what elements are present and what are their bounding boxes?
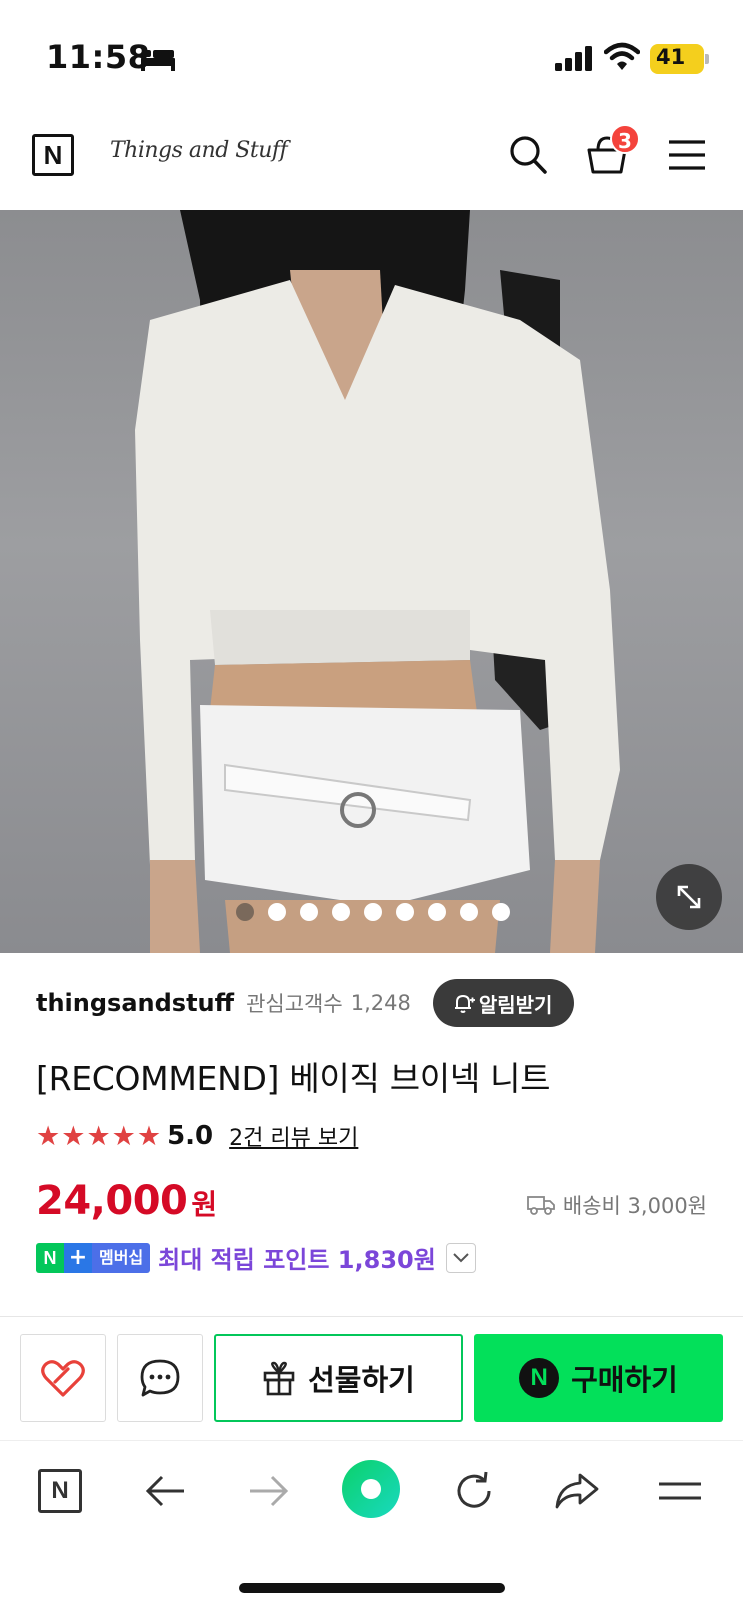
star-icon: ★: [111, 1120, 136, 1152]
search-icon[interactable]: [508, 134, 548, 176]
gift-button-label: 선물하기: [308, 1363, 415, 1397]
gallery-dot[interactable]: [268, 903, 286, 921]
talk-chat-button[interactable]: [117, 1334, 203, 1422]
share-arrow-icon: [555, 1473, 599, 1509]
gift-button[interactable]: 선물하기: [214, 1334, 463, 1422]
cellular-signal-icon: [555, 46, 592, 71]
forward-button[interactable]: [243, 1465, 295, 1517]
bell-plus-icon: [454, 994, 475, 1013]
battery-level: 41: [656, 45, 686, 69]
green-dot-icon: [342, 1460, 400, 1518]
notify-button[interactable]: 알림받기: [432, 979, 575, 1027]
buy-button[interactable]: N 구매하기: [474, 1334, 723, 1422]
gift-box-icon: [263, 1361, 295, 1396]
chat-bubble-icon: [140, 1359, 180, 1397]
status-time: 11:58: [46, 38, 151, 76]
gallery-pagination: [236, 903, 510, 921]
browser-menu-button[interactable]: [654, 1465, 706, 1517]
purchase-action-bar: 선물하기 N 구매하기: [0, 1334, 743, 1424]
seller-name[interactable]: thingsandstuff: [36, 989, 234, 1017]
points-expand-button[interactable]: [445, 1242, 476, 1273]
gallery-dot[interactable]: [460, 903, 478, 921]
rating-stars: ★ ★ ★ ★ ★: [36, 1123, 161, 1150]
wishlist-button[interactable]: [20, 1334, 106, 1422]
menu-lines-icon: [659, 1482, 701, 1500]
heart-zzim-icon: [41, 1360, 85, 1397]
gallery-dot[interactable]: [300, 903, 318, 921]
follower-label: 관심고객수: [246, 992, 343, 1016]
gallery-dot[interactable]: [236, 903, 254, 921]
gallery-dot[interactable]: [396, 903, 414, 921]
rating-row: ★ ★ ★ ★ ★ 5.0 2건 리뷰 보기: [36, 1120, 358, 1152]
naver-n-mark: N: [36, 1242, 64, 1273]
back-button[interactable]: [139, 1465, 191, 1517]
product-image[interactable]: [0, 210, 743, 953]
seller-row: thingsandstuff 관심고객수 1,248 알림받기: [36, 979, 575, 1027]
wifi-icon: [604, 42, 640, 70]
points-row[interactable]: N + 멤버십 최대 적립 포인트 1,830원: [36, 1240, 476, 1275]
product-photo-illustration: [135, 210, 620, 953]
max-points-text: 최대 적립 포인트 1,830원: [158, 1246, 436, 1274]
chevron-down-icon: [453, 1252, 469, 1262]
star-icon: ★: [86, 1120, 111, 1152]
naver-n-icon: N: [38, 1469, 82, 1513]
store-logo[interactable]: Things and Stuff: [110, 138, 288, 163]
naver-home-logo[interactable]: N: [32, 134, 74, 176]
browser-toolbar: N: [0, 1440, 743, 1540]
naver-pay-icon: N: [519, 1358, 560, 1398]
membership-label: 멤버십: [92, 1242, 151, 1273]
browser-home-button[interactable]: N: [34, 1465, 86, 1517]
expand-image-button[interactable]: [656, 864, 722, 930]
truck-icon: [527, 1196, 555, 1215]
notify-button-label: 알림받기: [478, 992, 553, 1017]
divider: [0, 1316, 743, 1317]
membership-badge: N + 멤버십: [36, 1242, 151, 1273]
shipping-info: 배송비 3,000원: [527, 1190, 707, 1220]
green-dot-button[interactable]: [341, 1459, 401, 1519]
refresh-icon: [457, 1471, 491, 1508]
sleep-focus-icon: [141, 50, 175, 71]
buy-button-label: 구매하기: [571, 1363, 678, 1397]
price-value: 24,000: [36, 1178, 188, 1224]
refresh-button[interactable]: [448, 1465, 500, 1517]
battery-icon: 41: [650, 44, 709, 74]
star-icon: ★: [61, 1120, 86, 1152]
follower-count: 1,248: [350, 991, 411, 1015]
arrow-left-icon: [145, 1475, 184, 1507]
home-indicator[interactable]: [239, 1583, 505, 1593]
gallery-dot[interactable]: [364, 903, 382, 921]
status-bar: 11:58 41: [0, 0, 743, 110]
price-unit: 원: [191, 1188, 218, 1221]
share-button[interactable]: [551, 1465, 603, 1517]
price-row: 24,000 원: [36, 1178, 217, 1224]
star-icon: ★: [36, 1120, 61, 1152]
product-title: [RECOMMEND] 베이직 브이넥 니트: [36, 1059, 551, 1098]
review-link[interactable]: 2건 리뷰 보기: [229, 1120, 358, 1152]
menu-icon[interactable]: [668, 138, 706, 172]
app-header: N Things and Stuff 3: [0, 110, 743, 210]
cart-count-badge: 3: [610, 124, 640, 154]
rating-value: 5.0: [167, 1121, 214, 1151]
star-icon: ★: [136, 1120, 162, 1152]
gallery-dot[interactable]: [492, 903, 510, 921]
gallery-dot[interactable]: [428, 903, 446, 921]
gallery-dot[interactable]: [332, 903, 350, 921]
shipping-fee: 배송비 3,000원: [562, 1194, 707, 1218]
plus-icon: +: [64, 1242, 92, 1273]
expand-icon: [677, 885, 701, 909]
arrow-right-icon: [250, 1475, 289, 1507]
